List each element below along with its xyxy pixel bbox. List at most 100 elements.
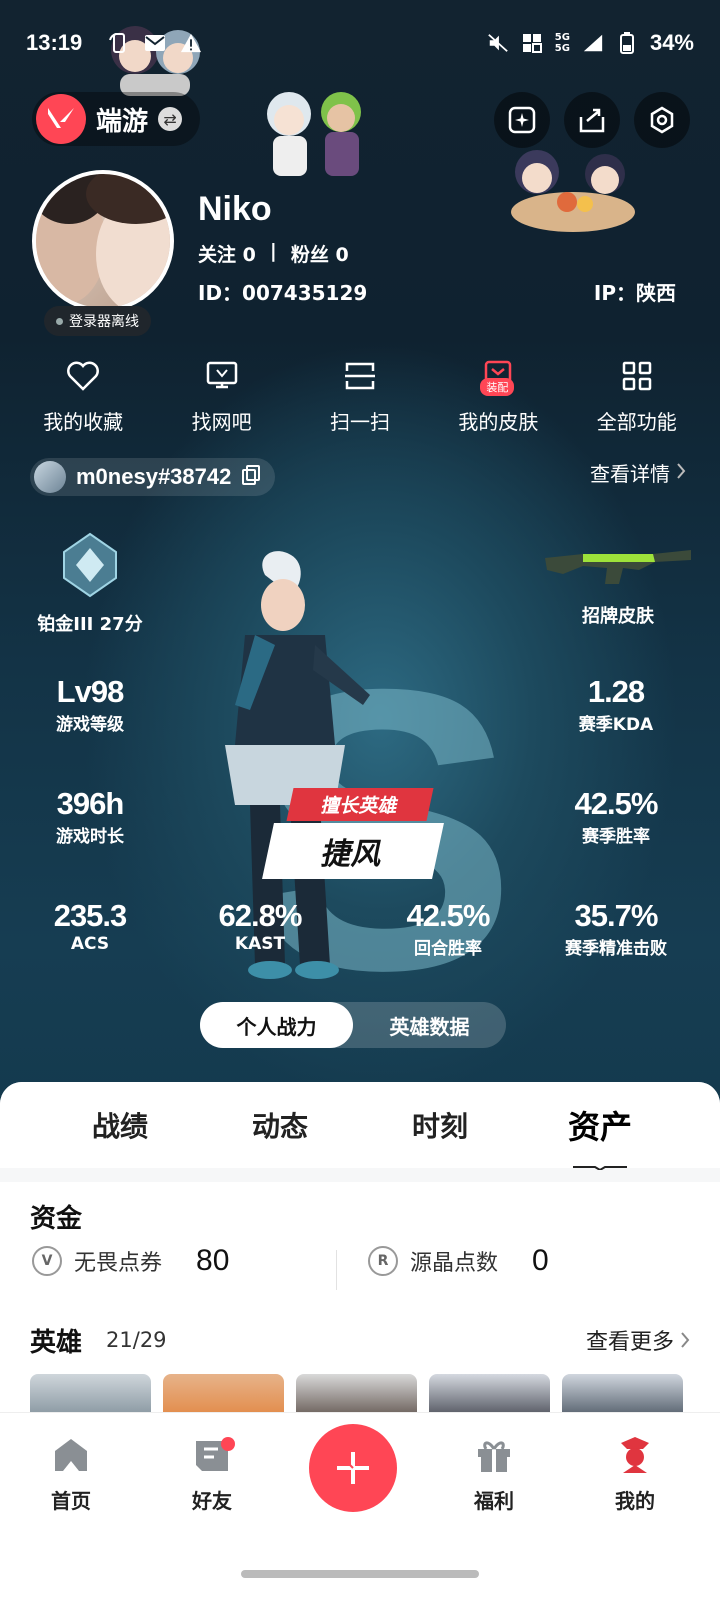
heart-icon xyxy=(65,358,101,394)
following-count[interactable]: 关注 0 xyxy=(198,240,256,267)
settings-icon xyxy=(650,106,674,134)
launcher-status-text: 登录器离线 xyxy=(69,314,139,330)
clock: 13:19 xyxy=(26,30,83,55)
content-tabs: 战绩 动态 时刻 资产 xyxy=(0,1082,720,1170)
chevron-right-icon xyxy=(676,461,686,485)
nickname: Niko xyxy=(198,190,272,228)
segment-hero-data[interactable]: 英雄数据 xyxy=(353,1002,506,1048)
game-switcher[interactable]: 端游 ⇄ xyxy=(32,92,201,146)
swap-icon: ⇄ xyxy=(158,107,183,131)
avatar[interactable] xyxy=(32,170,174,312)
add-post-icon xyxy=(508,106,536,134)
decorative-chibi-sticker xyxy=(267,92,361,176)
stat-level: Lv98 游戏等级 xyxy=(56,674,124,735)
settings-button[interactable] xyxy=(634,92,690,148)
notification-dot xyxy=(221,1437,235,1451)
launcher-status-badge: 登录器离线 xyxy=(44,306,151,336)
stat-playtime: 396h 游戏时长 xyxy=(56,786,124,847)
stat-round-winrate: 42.5% 回合胜率 xyxy=(406,898,491,959)
quick-item-label: 找网吧 xyxy=(191,410,252,434)
quick-item-label: 扫一扫 xyxy=(329,410,390,434)
view-details-link[interactable]: 查看详情 xyxy=(590,458,686,487)
tab-assets-label: 资产 xyxy=(567,1108,632,1146)
stat-season-winrate: 42.5% 赛季胜率 xyxy=(574,786,659,847)
nav-me[interactable]: 我的 xyxy=(590,1435,680,1514)
best-hero-label: 擅长英雄 xyxy=(286,788,434,821)
header-actions xyxy=(494,92,690,148)
stat-acs: 235.3 ACS xyxy=(53,898,128,954)
ip-location: IP：陕西 xyxy=(593,281,676,305)
data-saver-icon xyxy=(521,32,543,54)
fans-count[interactable]: 粉丝 0 xyxy=(291,240,349,267)
monitor-icon xyxy=(204,358,240,394)
share-icon xyxy=(579,108,605,133)
share-button[interactable] xyxy=(564,92,620,148)
quick-item-favorites[interactable]: 我的收藏 xyxy=(18,358,148,435)
quick-item-label: 全部功能 xyxy=(596,410,677,434)
stat-kast: 62.8% KAST xyxy=(218,898,303,954)
user-id: ID：007435129 xyxy=(198,281,368,305)
stat-kda: 1.28 赛季KDA xyxy=(578,674,654,735)
network-label: 5G 5G xyxy=(554,32,570,54)
mail-icon xyxy=(144,32,166,54)
follow-stats: 关注 0 | 粉丝 0 xyxy=(198,240,349,267)
fund-name: 源晶点数 xyxy=(410,1251,499,1276)
quick-item-label: 我的皮肤 xyxy=(458,410,539,434)
equip-badge: 装配 xyxy=(480,378,515,396)
stat-showcase-skin[interactable]: 招牌皮肤 xyxy=(538,540,698,628)
divider: | xyxy=(269,240,277,262)
fund-radianite: R 源晶点数 0 xyxy=(368,1244,549,1278)
home-indicator[interactable] xyxy=(241,1570,479,1578)
tab-moments[interactable]: 时刻 xyxy=(380,1105,500,1145)
quick-item-label: 我的收藏 xyxy=(43,410,124,434)
best-hero-tag[interactable]: 擅长英雄 捷风 xyxy=(262,788,444,879)
home-icon xyxy=(55,1439,87,1471)
mute-icon xyxy=(487,32,509,54)
fund-value: 0 xyxy=(532,1244,549,1277)
platinum-rank-icon xyxy=(63,532,117,598)
quick-item-all-functions[interactable]: 全部功能 xyxy=(572,358,702,435)
game-account[interactable]: m0nesy#38742 xyxy=(30,458,276,496)
tab-assets[interactable]: 资产 xyxy=(540,1102,660,1170)
nav-friends[interactable]: 好友 xyxy=(167,1435,257,1514)
segment-personal-power[interactable]: 个人战力 xyxy=(200,1002,353,1048)
rotate-phone-icon xyxy=(108,32,130,54)
valorant-logo-icon xyxy=(36,94,86,144)
view-details-label: 查看详情 xyxy=(590,462,670,486)
scan-icon xyxy=(342,358,378,394)
quick-item-find-netcafe[interactable]: 找网吧 xyxy=(157,358,287,435)
view-more-heroes-link[interactable]: 查看更多 xyxy=(586,1324,690,1356)
tab-active-indicator xyxy=(573,1166,627,1170)
quick-item-my-skins[interactable]: 装配 我的皮肤 xyxy=(433,358,563,435)
signal-icon xyxy=(582,32,604,54)
tab-feed[interactable]: 动态 xyxy=(220,1105,340,1145)
game-name: 端游 xyxy=(96,106,149,137)
decorative-chibi-sticker xyxy=(511,150,635,232)
status-dot-icon xyxy=(56,317,63,325)
view-more-label: 查看更多 xyxy=(585,1330,674,1355)
profile-hero: 13:19 5G 5G 34% 端游 ⇄ 登录器离线 Niko 关注 0 | 粉… xyxy=(0,0,720,1110)
rank-value: 铂金III 27分 xyxy=(37,614,143,635)
create-post-fab[interactable] xyxy=(309,1424,397,1512)
nav-benefits[interactable]: 福利 xyxy=(449,1435,539,1514)
fund-name: 无畏点券 xyxy=(74,1251,163,1276)
account-name: m0nesy#38742 xyxy=(76,464,232,489)
best-hero-name: 捷风 xyxy=(262,823,444,879)
rifle-skin-icon xyxy=(545,550,691,584)
fund-valorant-points: V 无畏点券 80 xyxy=(32,1244,229,1278)
fund-value: 80 xyxy=(196,1244,230,1277)
battery-icon xyxy=(616,32,638,54)
account-avatar xyxy=(34,461,66,493)
battery-percent: 34% xyxy=(649,30,694,55)
nav-home[interactable]: 首页 xyxy=(26,1435,116,1514)
add-post-button[interactable] xyxy=(494,92,550,148)
copy-icon[interactable] xyxy=(241,464,261,490)
quick-item-scan[interactable]: 扫一扫 xyxy=(295,358,425,435)
divider xyxy=(336,1250,337,1290)
quick-functions: 我的收藏 找网吧 扫一扫 装配 我的皮肤 全部功能 xyxy=(0,358,720,435)
stats-segment-control: 个人战力 英雄数据 xyxy=(200,1002,506,1048)
radianite-icon: R xyxy=(368,1246,398,1276)
showcase-skin-label: 招牌皮肤 xyxy=(582,606,654,627)
heroes-title: 英雄 xyxy=(30,1328,83,1358)
tab-record[interactable]: 战绩 xyxy=(60,1105,180,1145)
